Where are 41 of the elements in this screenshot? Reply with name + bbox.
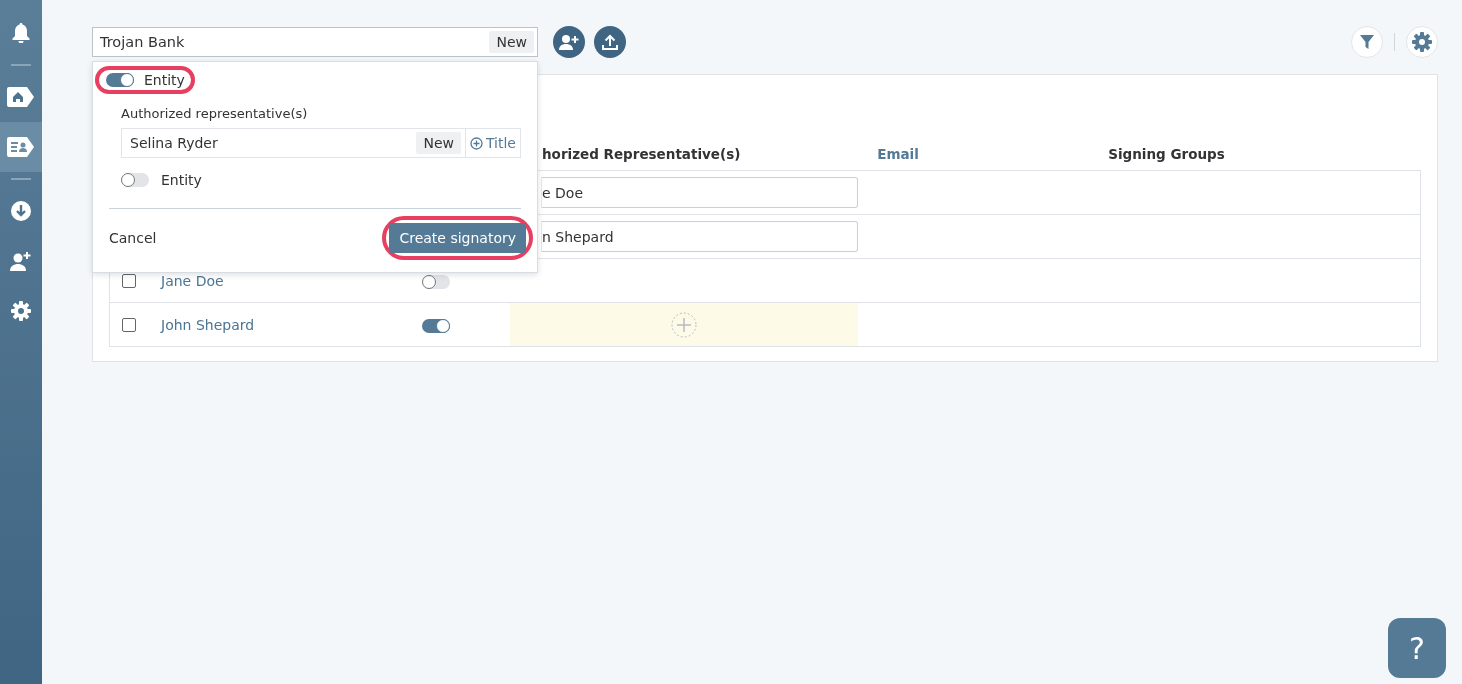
checkbox[interactable] [122,317,136,332]
home-tag-icon [7,87,35,107]
add-representative-cell[interactable] [510,303,858,346]
signer-name-link[interactable]: John Shepard [147,316,402,333]
new-button[interactable]: New [489,31,534,53]
toggle-switch[interactable] [422,274,450,289]
toggle-switch[interactable] [121,173,149,187]
column-header[interactable]: Email [857,146,939,162]
filter-button[interactable] [1351,26,1383,58]
help-button[interactable]: ? [1388,618,1446,678]
field-label: Authorized representative(s) [121,106,309,121]
upload-button[interactable] [594,26,626,58]
settings-icon [1412,32,1432,52]
toggle-label: Entity [144,72,185,88]
contact-card-icon [7,137,35,157]
filter-icon [1360,35,1374,49]
representative-field[interactable]: e Doe [541,177,858,208]
representative-field[interactable]: n Shepard [541,221,858,252]
search-field[interactable]: Trojan Bank New [92,27,538,57]
cancel-link[interactable]: Cancel [109,230,157,246]
download-icon [11,201,31,221]
representative-field[interactable]: Selina Ryder New Title [121,128,521,158]
toggle-switch[interactable] [106,73,134,87]
toggle-label: Entity [161,172,202,188]
new-button[interactable]: New [416,132,461,154]
checkbox[interactable] [122,273,136,288]
create-signatory-button[interactable]: Create signatory [389,223,526,253]
settings-button[interactable] [1406,26,1438,58]
signer-name-link[interactable]: Jane Doe [147,272,402,289]
settings-icon [11,301,31,321]
add-user-icon [10,251,32,271]
add-icon [470,136,483,150]
bell-icon [12,23,30,43]
add-person-button[interactable] [553,26,585,58]
add-person-icon [559,34,579,50]
upload-icon [602,34,618,50]
add-icon [671,311,697,338]
column-header: Signing Groups [1107,146,1226,162]
toggle-switch[interactable] [422,318,450,333]
column-header: horized Representative(s) [541,146,742,162]
sidebar-item[interactable] [0,122,42,172]
